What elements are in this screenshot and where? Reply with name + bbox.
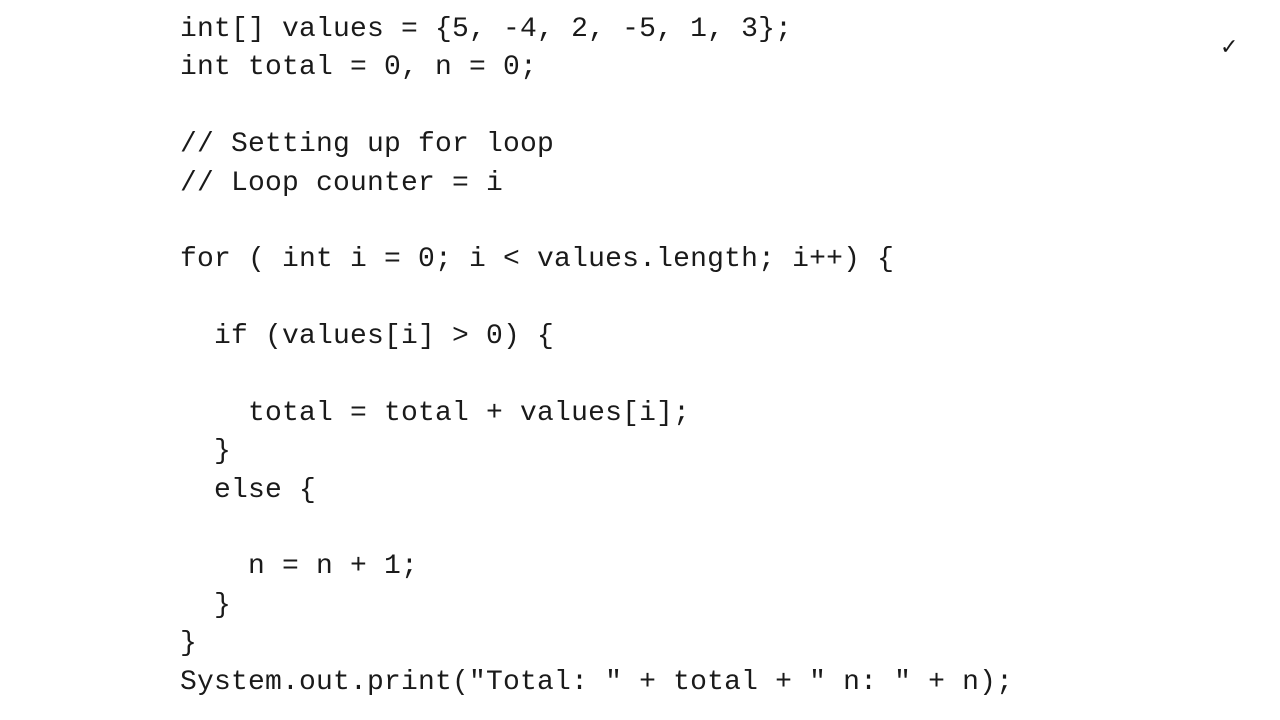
- code-line-15: n = n + 1;: [180, 551, 419, 583]
- code-line-7: for ( int i = 0; i < values.length; i++)…: [180, 244, 895, 276]
- check-icon: ✓: [1220, 35, 1239, 60]
- code-line-5: // Loop counter = i: [180, 167, 504, 199]
- code-line-13: else {: [180, 474, 317, 506]
- code-line-12: }: [180, 436, 232, 468]
- code-line-16: }: [180, 589, 232, 621]
- code-line-17: }: [180, 628, 198, 660]
- code-line-9: if (values[i] > 0) {: [180, 321, 555, 353]
- code-line-11: total = total + values[i];: [180, 397, 691, 429]
- code-line-2: int total = 0, n = 0;: [180, 52, 538, 84]
- code-line-1: int[] values = {5, -4, 2, -5, 1, 3};: [180, 14, 793, 45]
- code-block: int[] values = {5, -4, 2, -5, 1, 3}; int…: [180, 11, 1013, 702]
- code-line-18: System.out.print("Total: " + total + " n…: [180, 666, 1014, 698]
- code-line-4: // Setting up for loop: [180, 129, 555, 161]
- code-slide: int[] values = {5, -4, 2, -5, 1, 3}; int…: [0, 0, 1280, 720]
